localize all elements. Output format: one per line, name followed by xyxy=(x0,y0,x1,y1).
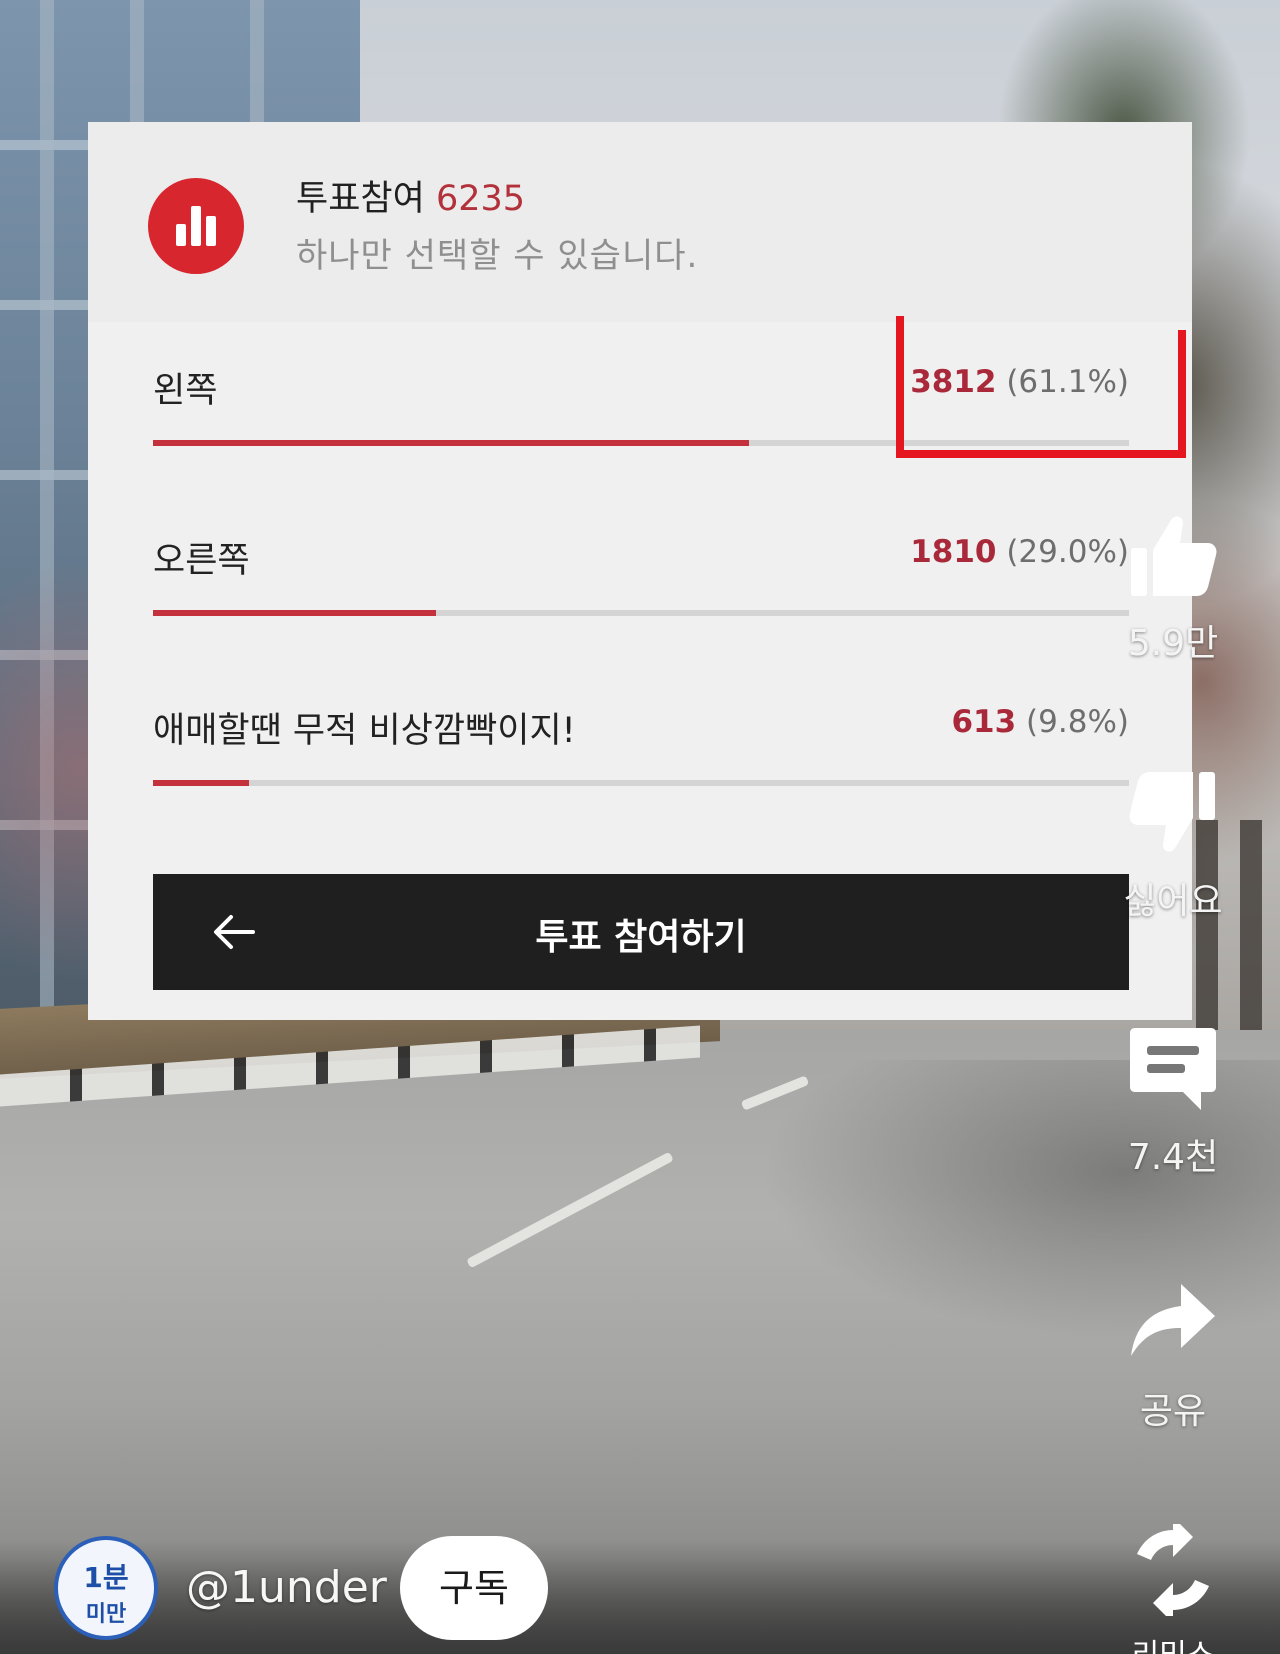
option-label: 왼쪽 xyxy=(153,371,218,411)
highlight-box xyxy=(896,316,1186,458)
avatar-text-line1: 1분 xyxy=(83,1561,129,1594)
comments-button[interactable]: 7.4천 xyxy=(1118,1024,1228,1180)
option-label: 오른쪽 xyxy=(153,541,250,581)
option-percent: (29.0%) xyxy=(1006,534,1129,570)
poll-title: 투표참여 6235 xyxy=(296,170,525,221)
option-result: 1810 (29.0%) xyxy=(910,534,1129,570)
option-progress-fill xyxy=(153,610,437,616)
avatar-text-line2: 미만 xyxy=(85,1602,127,1627)
option-percent: (9.8%) xyxy=(1026,704,1129,740)
poll-card: 투표참여 6235 하나만 선택할 수 있습니다. 왼쪽 3812 (61.1%… xyxy=(88,122,1192,1020)
like-count: 5.9만 xyxy=(1127,623,1219,664)
option-votes: 1810 xyxy=(910,534,997,570)
dislike-button[interactable]: 싫어요 xyxy=(1118,768,1228,924)
option-label: 애매할땐 무적 비상깜빡이지! xyxy=(153,711,576,751)
poll-subtitle: 하나만 선택할 수 있습니다. xyxy=(296,236,699,276)
thumbs-up-icon xyxy=(1131,516,1217,596)
poll-header: 투표참여 6235 하나만 선택할 수 있습니다. xyxy=(88,122,1192,322)
poll-option-hazard[interactable]: 애매할땐 무적 비상깜빡이지! 613 (9.8%) xyxy=(153,662,1129,792)
subscribe-button[interactable]: 구독 xyxy=(400,1536,548,1640)
remix-icon xyxy=(1137,1524,1209,1616)
poll-chart-icon xyxy=(148,178,244,274)
option-progress-track xyxy=(153,610,1129,616)
option-progress-fill xyxy=(153,440,750,446)
comment-icon xyxy=(1130,1028,1216,1110)
poll-title-text: 투표참여 xyxy=(296,179,425,219)
channel-handle[interactable]: @1under xyxy=(186,1562,387,1613)
vote-submit-label: 투표 참여하기 xyxy=(535,917,747,958)
option-progress-track xyxy=(153,780,1129,786)
share-icon xyxy=(1131,1284,1215,1356)
option-result: 613 (9.8%) xyxy=(951,704,1129,740)
share-label: 공유 xyxy=(1139,1391,1207,1432)
poll-total-votes: 6235 xyxy=(435,179,526,219)
thumbs-down-icon xyxy=(1129,772,1215,852)
remix-button[interactable] xyxy=(1118,1524,1228,1616)
option-progress-fill xyxy=(153,780,249,786)
poll-option-right[interactable]: 오른쪽 1810 (29.0%) xyxy=(153,492,1129,622)
comments-count: 7.4천 xyxy=(1127,1137,1219,1178)
channel-avatar[interactable]: 1분 미만 xyxy=(54,1536,158,1640)
remix-label: 리믹스 xyxy=(1118,1636,1228,1654)
share-button[interactable]: 공유 xyxy=(1118,1278,1228,1434)
like-button[interactable]: 5.9만 xyxy=(1118,510,1228,666)
vote-submit-button[interactable]: 투표 참여하기 xyxy=(153,874,1129,990)
dislike-label: 싫어요 xyxy=(1123,881,1223,922)
option-votes: 613 xyxy=(951,704,1017,740)
